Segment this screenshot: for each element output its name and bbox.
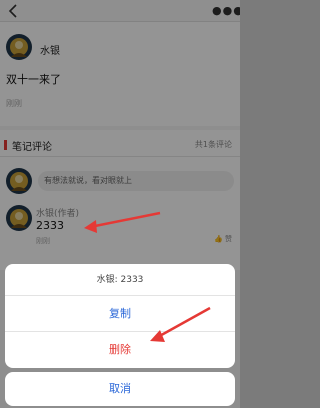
action-sheet-title: 水银: 2333 xyxy=(5,264,235,296)
action-sheet: 水银: 2333 复制 删除 xyxy=(5,264,235,368)
note-detail-page: ●●● 水银 双十一来了 刚刚 笔记评论 共1条评论 有想法就说，看对眼就上 水… xyxy=(0,0,240,408)
copy-button[interactable]: 复制 xyxy=(5,296,235,332)
delete-button[interactable]: 删除 xyxy=(5,332,235,368)
cancel-button[interactable]: 取消 xyxy=(5,372,235,406)
